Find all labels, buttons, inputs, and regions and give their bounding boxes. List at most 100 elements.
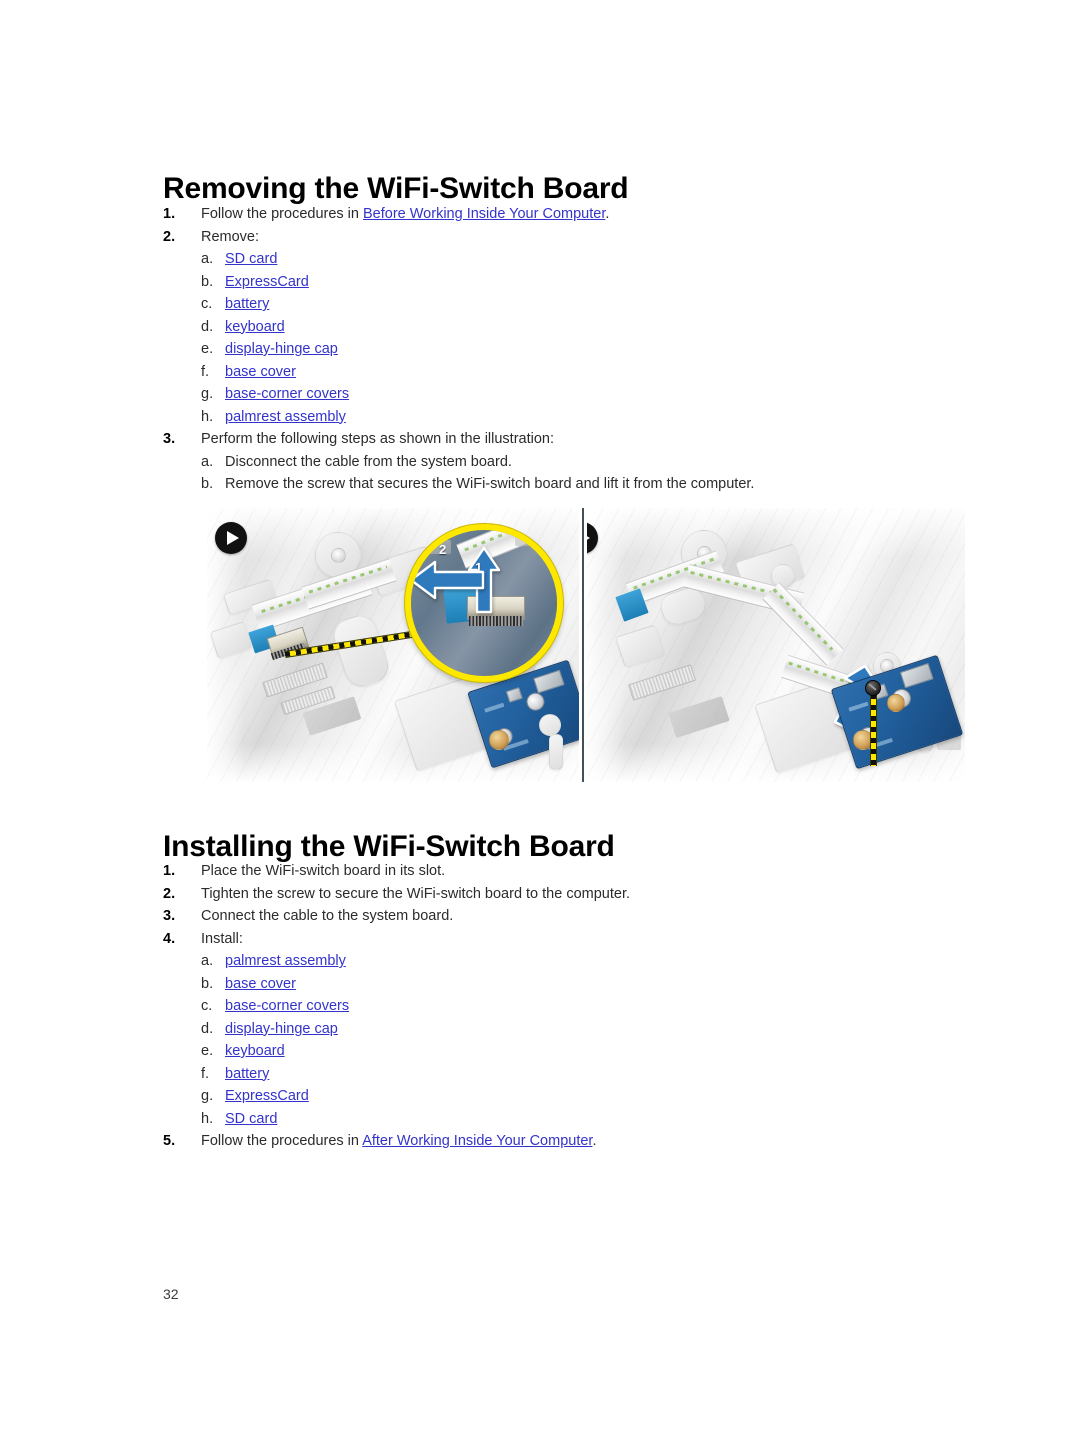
removing-procedure-list: 1. Follow the procedures in Before Worki… [163, 203, 863, 496]
link-expresscard[interactable]: ExpressCard [225, 1088, 309, 1104]
procedure-illustration: 1 2 [207, 508, 965, 782]
link-display-hinge-cap[interactable]: display-hinge cap [225, 1021, 338, 1037]
list-item: a. SD card [163, 248, 863, 271]
link-after-working-inside-your-computer[interactable]: After Working Inside Your Computer [362, 1133, 592, 1149]
screw-alignment-line [870, 694, 877, 766]
step-marker: 2. [163, 885, 176, 902]
step-row: 2. Remove: [163, 226, 863, 249]
link-expresscard[interactable]: ExpressCard [225, 274, 309, 290]
step-text: Tighten the screw to secure the WiFi-swi… [201, 885, 631, 902]
board-screw-hole [489, 730, 509, 750]
list-item-marker: a. [201, 453, 214, 470]
list-item: e. keyboard [163, 1040, 863, 1063]
list-item-text: ExpressCard [225, 1085, 863, 1108]
list-item: f. base cover [163, 361, 863, 384]
list-item: f. battery [163, 1063, 863, 1086]
step-marker: 1. [163, 863, 176, 879]
list-item: d. display-hinge cap [163, 1018, 863, 1041]
step-row: 3. Connect the cable to the system board… [163, 905, 863, 928]
installing-procedure-list: 1. Place the WiFi-switch board in its sl… [163, 860, 863, 1153]
page-title-installing: Installing the WiFi-Switch Board [163, 830, 615, 864]
list-item-marker: d. [201, 1020, 214, 1037]
screw-slot [868, 683, 877, 691]
link-battery[interactable]: battery [225, 1066, 269, 1082]
step-text: Place the WiFi-switch board in its slot. [201, 863, 446, 879]
magnifier-step-label-2: 2 [439, 542, 447, 557]
list-item-marker: b. [201, 476, 214, 492]
board-screw-hole [887, 694, 905, 712]
step-marker: 1. [163, 206, 176, 222]
illustration-panel-right [587, 508, 965, 782]
list-item-text: base-corner covers [225, 995, 863, 1018]
link-display-hinge-cap[interactable]: display-hinge cap [225, 341, 338, 357]
list-item-marker: f. [201, 1065, 210, 1082]
step-row: 5. Follow the procedures in After Workin… [163, 1130, 863, 1153]
list-item-text: display-hinge cap [225, 338, 863, 361]
list-item-marker: f. [201, 363, 210, 380]
step-marker: 3. [163, 431, 176, 447]
list-item: d. keyboard [163, 316, 863, 339]
step-text: Follow the procedures in Before Working … [201, 203, 863, 226]
list-item-marker: b. [201, 975, 214, 992]
board-chip [899, 662, 934, 689]
list-item-text: base cover [225, 973, 863, 996]
step-row: 2. Tighten the screw to secure the WiFi-… [163, 883, 863, 906]
list-item-text: base cover [225, 361, 863, 384]
list-item-marker: g. [201, 1088, 214, 1104]
step-row: 3. Perform the following steps as shown … [163, 428, 863, 451]
list-item-marker: h. [201, 408, 214, 425]
link-palmrest-assembly[interactable]: palmrest assembly [225, 409, 346, 425]
link-sd-card[interactable]: SD card [225, 251, 277, 267]
arrow-left-2-icon [411, 560, 485, 600]
list-item-text: Remove the screw that secures the WiFi-s… [225, 476, 755, 492]
list-item: e. display-hinge cap [163, 338, 863, 361]
board-trace [484, 702, 505, 713]
link-keyboard[interactable]: keyboard [225, 319, 285, 335]
list-item-marker: b. [201, 273, 214, 290]
list-item-marker: c. [201, 998, 213, 1014]
link-battery[interactable]: battery [225, 296, 269, 312]
step-marker: 4. [163, 930, 176, 947]
list-item-text: keyboard [225, 1040, 863, 1063]
list-item: b. base cover [163, 973, 863, 996]
link-keyboard[interactable]: keyboard [225, 1043, 285, 1059]
list-item: b. ExpressCard [163, 271, 863, 294]
step-text: Follow the procedures in After Working I… [201, 1130, 863, 1153]
chassis-rib [549, 734, 563, 770]
list-item-marker: a. [201, 251, 214, 267]
step-text: Install: [201, 930, 243, 947]
play-badge-icon [215, 522, 247, 554]
list-item: g. ExpressCard [163, 1085, 863, 1108]
step-text: Perform the following steps as shown in … [201, 431, 555, 447]
link-sd-card[interactable]: SD card [225, 1111, 277, 1127]
list-item: a. Disconnect the cable from the system … [163, 451, 863, 474]
link-base-cover[interactable]: base cover [225, 976, 296, 992]
list-item: c. base-corner covers [163, 995, 863, 1018]
list-item-marker: e. [201, 1043, 214, 1059]
list-item-text: battery [225, 293, 863, 316]
list-item: c. battery [163, 293, 863, 316]
step-row: 4. Install: [163, 928, 863, 951]
link-base-corner-covers[interactable]: base-corner covers [225, 998, 349, 1014]
page-title-removing: Removing the WiFi-Switch Board [163, 172, 629, 206]
link-base-cover[interactable]: base cover [225, 364, 296, 380]
list-item-text: SD card [225, 248, 863, 271]
link-base-corner-covers[interactable]: base-corner covers [225, 386, 349, 402]
illustration-panel-left: 1 2 [207, 508, 579, 782]
list-item: h. palmrest assembly [163, 406, 863, 429]
step-text: Connect the cable to the system board. [201, 908, 454, 924]
list-item-marker: d. [201, 318, 214, 335]
list-item-marker: g. [201, 386, 214, 402]
list-item-text: keyboard [225, 316, 863, 339]
board-pad [524, 690, 547, 714]
page-number: 32 [163, 1286, 179, 1302]
list-item: h. SD card [163, 1108, 863, 1131]
step-marker: 2. [163, 228, 176, 245]
step-row: 1. Follow the procedures in Before Worki… [163, 203, 863, 226]
connector-pins [469, 616, 523, 626]
link-before-working-inside-your-computer[interactable]: Before Working Inside Your Computer [363, 206, 605, 222]
list-item-marker: a. [201, 953, 214, 969]
step-marker: 5. [163, 1133, 176, 1149]
board-trace [848, 701, 869, 712]
link-palmrest-assembly[interactable]: palmrest assembly [225, 953, 346, 969]
